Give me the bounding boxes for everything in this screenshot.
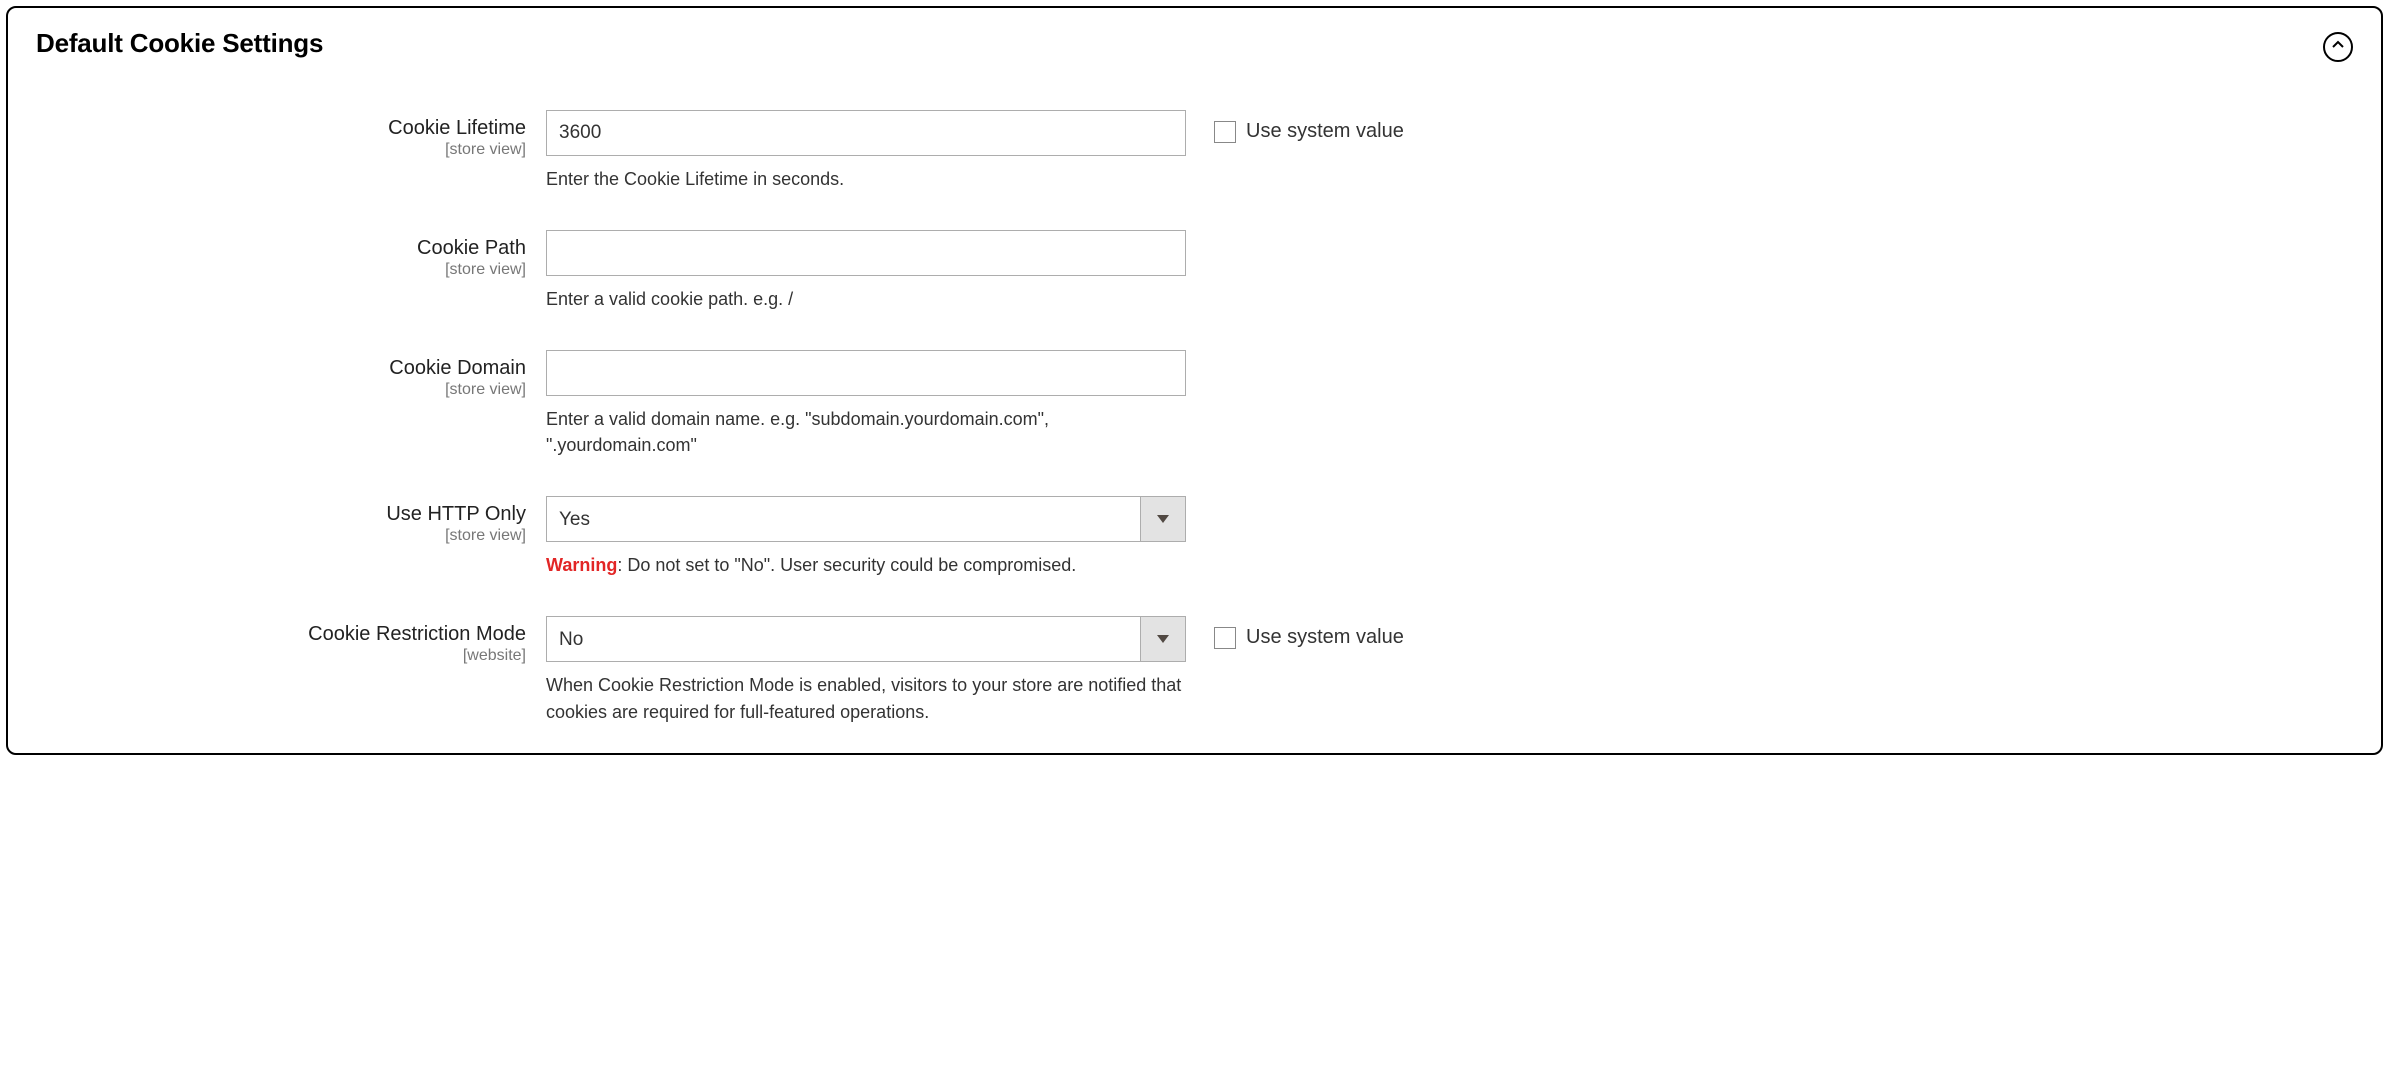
help-text: Enter a valid cookie path. e.g. / xyxy=(546,286,1186,312)
help-text: Enter the Cookie Lifetime in seconds. xyxy=(546,166,1186,192)
select-wrap: Yes xyxy=(546,496,1186,542)
form-rows: Cookie Lifetime [store view] Enter the C… xyxy=(36,110,2353,725)
chevron-up-icon xyxy=(2331,38,2345,57)
help-text: When Cookie Restriction Mode is enabled,… xyxy=(546,672,1186,724)
label-col: Use HTTP Only [store view] xyxy=(36,496,546,545)
row-cookie-domain: Cookie Domain [store view] Enter a valid… xyxy=(36,350,2353,458)
select-wrap: No xyxy=(546,616,1186,662)
checkbox-col: Use system value xyxy=(1186,616,1404,649)
field-scope: [store view] xyxy=(36,527,526,545)
field-label: Cookie Lifetime xyxy=(36,116,526,140)
panel-header: Default Cookie Settings xyxy=(36,28,2353,62)
input-col: Enter a valid cookie path. e.g. / xyxy=(546,230,1186,312)
cookie-path-input[interactable] xyxy=(546,230,1186,276)
row-cookie-path: Cookie Path [store view] Enter a valid c… xyxy=(36,230,2353,312)
input-col: Enter a valid domain name. e.g. "subdoma… xyxy=(546,350,1186,458)
field-scope: [store view] xyxy=(36,381,526,399)
input-col: Yes Warning: Do not set to "No". User se… xyxy=(546,496,1186,578)
field-label: Cookie Restriction Mode xyxy=(36,622,526,646)
cookie-domain-input[interactable] xyxy=(546,350,1186,396)
use-system-value-checkbox[interactable] xyxy=(1214,627,1236,649)
cookie-settings-panel: Default Cookie Settings Cookie Lifetime … xyxy=(6,6,2383,755)
help-text: Warning: Do not set to "No". User securi… xyxy=(546,552,1186,578)
warning-text: : Do not set to "No". User security coul… xyxy=(617,555,1076,575)
row-cookie-restriction: Cookie Restriction Mode [website] No Whe… xyxy=(36,616,2353,724)
field-label: Cookie Domain xyxy=(36,356,526,380)
collapse-button[interactable] xyxy=(2323,32,2353,62)
label-col: Cookie Lifetime [store view] xyxy=(36,110,546,159)
use-system-value-checkbox[interactable] xyxy=(1214,121,1236,143)
cookie-restriction-select[interactable]: No xyxy=(546,616,1186,662)
checkbox-col: Use system value xyxy=(1186,110,1404,143)
panel-title: Default Cookie Settings xyxy=(36,28,323,59)
field-label: Cookie Path xyxy=(36,236,526,260)
cookie-lifetime-input[interactable] xyxy=(546,110,1186,156)
warning-label: Warning xyxy=(546,555,617,575)
field-scope: [store view] xyxy=(36,141,526,159)
row-use-http-only: Use HTTP Only [store view] Yes Warning: … xyxy=(36,496,2353,578)
label-col: Cookie Restriction Mode [website] xyxy=(36,616,546,665)
help-text: Enter a valid domain name. e.g. "subdoma… xyxy=(546,406,1186,458)
input-col: Enter the Cookie Lifetime in seconds. xyxy=(546,110,1186,192)
field-scope: [website] xyxy=(36,647,526,665)
field-label: Use HTTP Only xyxy=(36,502,526,526)
use-system-value-label[interactable]: Use system value xyxy=(1246,120,1404,143)
use-http-only-select[interactable]: Yes xyxy=(546,496,1186,542)
label-col: Cookie Domain [store view] xyxy=(36,350,546,399)
use-system-value-label[interactable]: Use system value xyxy=(1246,626,1404,649)
input-col: No When Cookie Restriction Mode is enabl… xyxy=(546,616,1186,724)
label-col: Cookie Path [store view] xyxy=(36,230,546,279)
row-cookie-lifetime: Cookie Lifetime [store view] Enter the C… xyxy=(36,110,2353,192)
field-scope: [store view] xyxy=(36,261,526,279)
